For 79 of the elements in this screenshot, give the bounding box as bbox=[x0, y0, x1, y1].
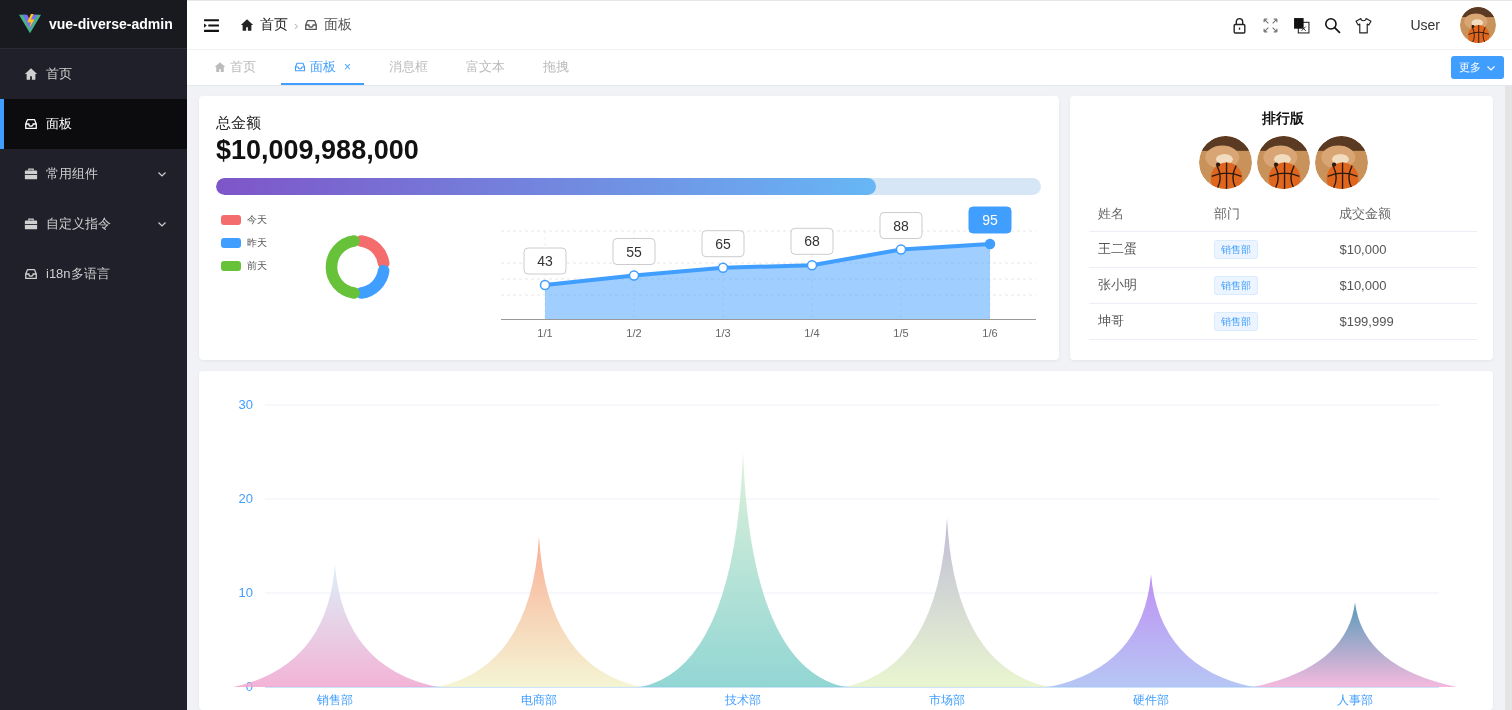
legend-label: 昨天 bbox=[247, 236, 267, 250]
breadcrumb-item: 面板 bbox=[304, 16, 353, 34]
axis-label: 10 bbox=[238, 585, 253, 600]
sidebar-item[interactable]: 面板 bbox=[0, 99, 187, 149]
table-cell: $10,000 bbox=[1330, 267, 1477, 303]
legend-label: 前天 bbox=[247, 259, 267, 273]
menu-icon[interactable] bbox=[203, 16, 220, 34]
axis-label: 市场部 bbox=[929, 693, 965, 707]
sidebar-item[interactable]: 自定义指令 bbox=[0, 199, 187, 249]
table-cell: 王二蛋 bbox=[1089, 231, 1205, 267]
home-icon bbox=[240, 18, 254, 32]
home-icon bbox=[214, 60, 226, 73]
data-label: 95 bbox=[982, 212, 998, 228]
axis-label: 技术部 bbox=[725, 693, 761, 707]
briefcase-icon bbox=[24, 167, 38, 181]
axis-label: 电商部 bbox=[521, 693, 557, 707]
axis-label: 20 bbox=[238, 491, 253, 506]
data-label: 65 bbox=[715, 235, 731, 252]
data-label: 88 bbox=[879, 212, 923, 239]
user-name[interactable]: User bbox=[1410, 17, 1440, 33]
department-tag: 销售部 bbox=[1213, 240, 1258, 259]
tray-icon bbox=[24, 267, 38, 281]
axis-label: 销售部 bbox=[317, 693, 353, 707]
sidebar-item[interactable]: 首页 bbox=[0, 49, 187, 99]
data-point bbox=[984, 238, 996, 250]
axis-label: 1/4 bbox=[804, 327, 820, 339]
axis-label: 硬件部 bbox=[1133, 693, 1169, 707]
department-tag: 销售部 bbox=[1213, 276, 1258, 295]
data-label: 88 bbox=[893, 217, 909, 234]
shirt-icon[interactable] bbox=[1355, 16, 1373, 34]
table-cell: $199,999 bbox=[1330, 303, 1477, 339]
sidebar-item[interactable]: 常用组件 bbox=[0, 149, 187, 199]
translate-icon[interactable] bbox=[1293, 16, 1311, 34]
fullscreen-icon[interactable] bbox=[1262, 16, 1280, 34]
data-point bbox=[895, 244, 907, 255]
legend-label: 今天 bbox=[247, 213, 267, 227]
card-title: 排行版 bbox=[1261, 110, 1305, 128]
axis-label: 0 bbox=[245, 679, 253, 694]
breadcrumb-item[interactable]: 首页 bbox=[240, 16, 288, 34]
logo-icon bbox=[19, 13, 41, 35]
data-point bbox=[717, 262, 729, 273]
department-tag: 销售部 bbox=[1213, 312, 1258, 331]
data-label: 55 bbox=[626, 243, 642, 260]
data-point bbox=[628, 270, 640, 281]
lock-icon[interactable] bbox=[1231, 16, 1249, 34]
total-amount: $10,009,988,000 bbox=[216, 135, 420, 166]
axis-label: 1/5 bbox=[893, 327, 909, 339]
axis-label: 30 bbox=[238, 397, 253, 412]
card-title: 总金额 bbox=[216, 114, 262, 133]
axis-label: 1/2 bbox=[626, 327, 642, 339]
separator-icon: › bbox=[294, 17, 299, 33]
table-cell: 张小明 bbox=[1089, 267, 1205, 303]
table-cell: $10,000 bbox=[1330, 231, 1477, 267]
data-label: 65 bbox=[701, 230, 745, 258]
column-header: 部门 bbox=[1204, 197, 1331, 231]
axis-label: 1/1 bbox=[537, 327, 553, 339]
data-label: 68 bbox=[804, 233, 820, 250]
data-point bbox=[806, 260, 818, 271]
sidebar-item[interactable]: i18n多语言 bbox=[0, 249, 187, 299]
axis-label: 1/3 bbox=[715, 327, 731, 339]
data-label: 43 bbox=[523, 247, 567, 275]
app-title: vue-diverse-admin bbox=[49, 16, 173, 32]
tray-icon bbox=[294, 60, 306, 73]
data-point bbox=[539, 279, 551, 291]
data-label: 43 bbox=[537, 253, 553, 269]
axis-label: 人事部 bbox=[1337, 693, 1373, 707]
scrollbar[interactable] bbox=[1505, 86, 1512, 710]
briefcase-icon bbox=[24, 217, 38, 231]
tray-icon bbox=[304, 18, 319, 32]
axis-label: 1/6 bbox=[982, 327, 998, 339]
data-label: 68 bbox=[790, 227, 834, 255]
tray-icon bbox=[24, 117, 38, 131]
home-icon bbox=[24, 67, 38, 81]
column-header: 姓名 bbox=[1089, 197, 1205, 231]
search-icon[interactable] bbox=[1324, 16, 1342, 34]
data-label: 95 bbox=[968, 206, 1012, 234]
column-header: 成交金额 bbox=[1330, 197, 1477, 231]
data-label: 55 bbox=[612, 238, 656, 265]
table-cell: 坤哥 bbox=[1089, 303, 1205, 339]
